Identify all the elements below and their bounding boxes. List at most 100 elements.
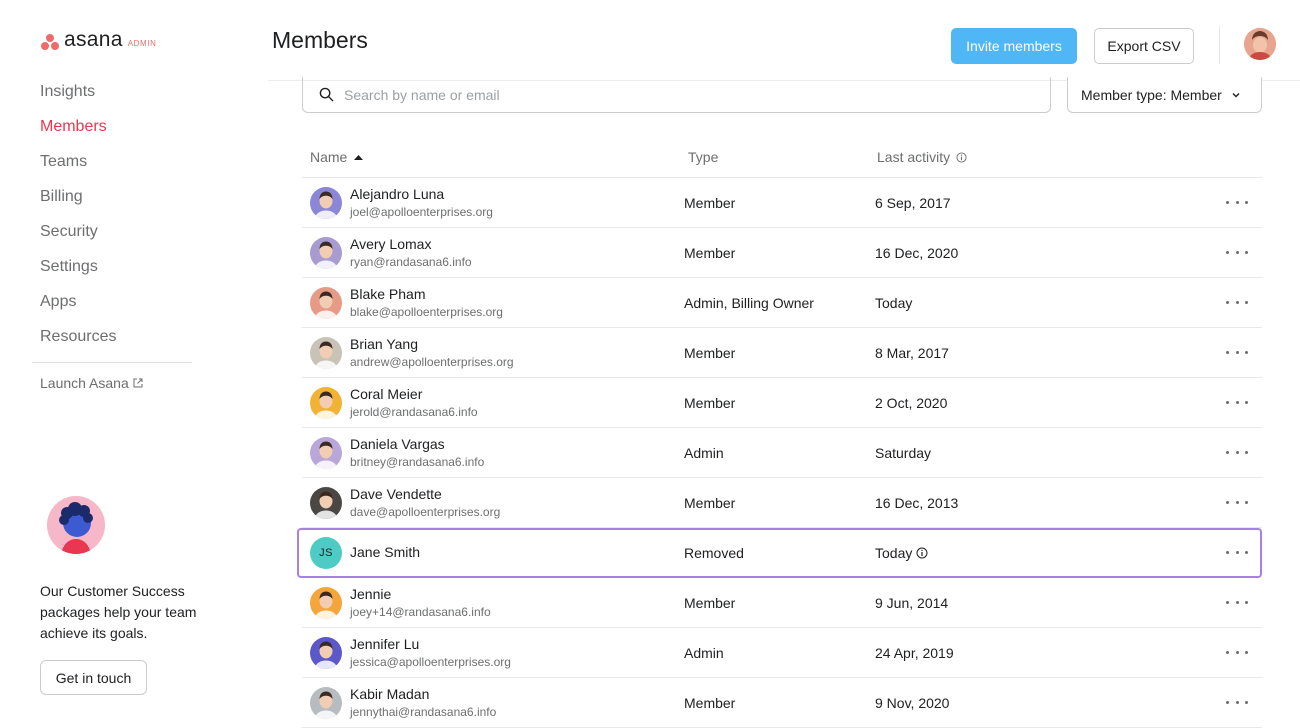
member-avatar xyxy=(310,587,342,619)
column-header-activity-label: Last activity xyxy=(877,149,951,165)
column-header-activity[interactable]: Last activity xyxy=(877,149,967,165)
table-row[interactable]: Dave Vendette dave@apolloenterprises.org… xyxy=(302,478,1262,528)
member-type: Member xyxy=(684,395,736,411)
invite-members-button[interactable]: Invite members xyxy=(951,28,1077,64)
member-name: Alejandro Luna xyxy=(350,186,445,202)
info-icon[interactable] xyxy=(956,151,967,163)
member-avatar xyxy=(310,337,342,369)
sidebar-item-members[interactable]: Members xyxy=(40,115,116,150)
member-last-activity: 8 Mar, 2017 xyxy=(875,345,949,361)
sort-ascending-icon xyxy=(354,154,364,160)
member-email: jennythai@randasana6.info xyxy=(350,705,497,719)
sidebar: asana ADMIN Insights Members Teams Billi… xyxy=(0,0,230,728)
member-name: Kabir Madan xyxy=(350,686,430,702)
member-last-activity: 24 Apr, 2019 xyxy=(875,645,954,661)
sidebar-item-settings[interactable]: Settings xyxy=(40,255,116,290)
member-last-activity: 16 Dec, 2020 xyxy=(875,245,958,261)
member-type: Removed xyxy=(684,545,744,561)
member-name: Brian Yang xyxy=(350,336,418,352)
person-icon xyxy=(314,641,338,669)
person-icon xyxy=(314,191,338,219)
user-avatar[interactable] xyxy=(1244,28,1276,60)
more-options-icon[interactable] xyxy=(1226,293,1248,311)
sidebar-item-billing[interactable]: Billing xyxy=(40,185,116,220)
launch-asana-link[interactable]: Launch Asana xyxy=(40,375,143,391)
member-last-activity: Today xyxy=(875,545,928,561)
person-icon xyxy=(314,341,338,369)
info-icon[interactable] xyxy=(916,547,928,559)
customer-success-text: Our Customer Success packages help your … xyxy=(40,583,197,641)
member-type: Member xyxy=(684,195,736,211)
more-options-icon[interactable] xyxy=(1226,543,1248,561)
last-activity-value: Today xyxy=(875,295,913,311)
more-options-icon[interactable] xyxy=(1226,443,1248,461)
more-options-icon[interactable] xyxy=(1226,193,1248,211)
table-row[interactable]: Jennie joey+14@randasana6.info Member 9 … xyxy=(302,578,1262,628)
admin-badge: ADMIN xyxy=(127,39,157,48)
more-options-icon[interactable] xyxy=(1226,493,1248,511)
get-in-touch-button[interactable]: Get in touch xyxy=(40,660,147,695)
table-row[interactable]: Alejandro Luna joel@apolloenterprises.or… xyxy=(302,178,1262,228)
member-email: andrew@apolloenterprises.org xyxy=(350,355,514,369)
person-icon xyxy=(314,691,338,719)
table-row[interactable]: Brian Yang andrew@apolloenterprises.org … xyxy=(302,328,1262,378)
member-name: Coral Meier xyxy=(350,386,423,402)
sidebar-item-resources[interactable]: Resources xyxy=(40,325,116,360)
column-header-name-label: Name xyxy=(310,149,348,165)
last-activity-value: 6 Sep, 2017 xyxy=(875,195,951,211)
last-activity-value: 9 Nov, 2020 xyxy=(875,695,950,711)
member-avatar xyxy=(310,687,342,719)
more-options-icon[interactable] xyxy=(1226,693,1248,711)
table-row[interactable]: Jennifer Lu jessica@apolloenterprises.or… xyxy=(302,628,1262,678)
member-type: Member xyxy=(684,345,736,361)
sidebar-divider xyxy=(32,362,192,363)
person-icon xyxy=(314,441,338,469)
member-name: Blake Pham xyxy=(350,286,426,302)
table-row[interactable]: Daniela Vargas britney@randasana6.info A… xyxy=(302,428,1262,478)
member-type: Admin xyxy=(684,645,724,661)
table-row-highlighted[interactable]: JS Jane Smith Removed Today xyxy=(297,528,1262,578)
export-csv-button[interactable]: Export CSV xyxy=(1094,28,1194,64)
last-activity-value: 16 Dec, 2020 xyxy=(875,245,959,261)
column-header-type[interactable]: Type xyxy=(688,149,718,165)
search-input[interactable] xyxy=(344,86,1024,103)
sidebar-item-teams[interactable]: Teams xyxy=(40,150,116,185)
member-email: dave@apolloenterprises.org xyxy=(350,505,501,519)
column-header-name[interactable]: Name xyxy=(310,149,364,165)
member-email: joey+14@randasana6.info xyxy=(350,605,491,619)
brand-name: asana xyxy=(64,28,123,51)
sidebar-nav: Insights Members Teams Billing Security … xyxy=(40,80,116,360)
member-email: britney@randasana6.info xyxy=(350,455,485,469)
last-activity-value: Saturday xyxy=(875,445,932,461)
more-options-icon[interactable] xyxy=(1226,593,1248,611)
member-avatar xyxy=(310,387,342,419)
member-type-filter[interactable]: Member type: Member xyxy=(1067,77,1262,113)
person-icon xyxy=(314,591,338,619)
table-row[interactable]: Coral Meier jerold@randasana6.info Membe… xyxy=(302,378,1262,428)
more-options-icon[interactable] xyxy=(1226,243,1248,261)
member-avatar xyxy=(310,187,342,219)
more-options-icon[interactable] xyxy=(1226,393,1248,411)
member-email: jerold@randasana6.info xyxy=(350,405,478,419)
person-icon xyxy=(314,491,338,519)
member-last-activity: 6 Sep, 2017 xyxy=(875,195,951,211)
sidebar-item-apps[interactable]: Apps xyxy=(40,290,116,325)
member-name: Jane Smith xyxy=(350,544,421,560)
search-box[interactable] xyxy=(302,77,1051,113)
sidebar-item-insights[interactable]: Insights xyxy=(40,80,116,115)
members-table: Alejandro Luna joel@apolloenterprises.or… xyxy=(297,178,1262,728)
member-last-activity: 16 Dec, 2013 xyxy=(875,495,958,511)
member-avatar xyxy=(310,237,342,269)
more-options-icon[interactable] xyxy=(1226,643,1248,661)
more-options-icon[interactable] xyxy=(1226,343,1248,361)
last-activity-value: 8 Mar, 2017 xyxy=(875,345,949,361)
person-icon xyxy=(314,291,338,319)
table-row[interactable]: Blake Pham blake@apolloenterprises.org A… xyxy=(302,278,1262,328)
member-avatar xyxy=(310,437,342,469)
table-row[interactable]: Kabir Madan jennythai@randasana6.info Me… xyxy=(302,678,1262,728)
table-row[interactable]: Avery Lomax ryan@randasana6.info Member … xyxy=(302,228,1262,278)
member-type: Member xyxy=(684,245,736,261)
member-type: Member xyxy=(684,495,736,511)
asana-logo[interactable]: asana ADMIN xyxy=(40,28,157,51)
sidebar-item-security[interactable]: Security xyxy=(40,220,116,255)
